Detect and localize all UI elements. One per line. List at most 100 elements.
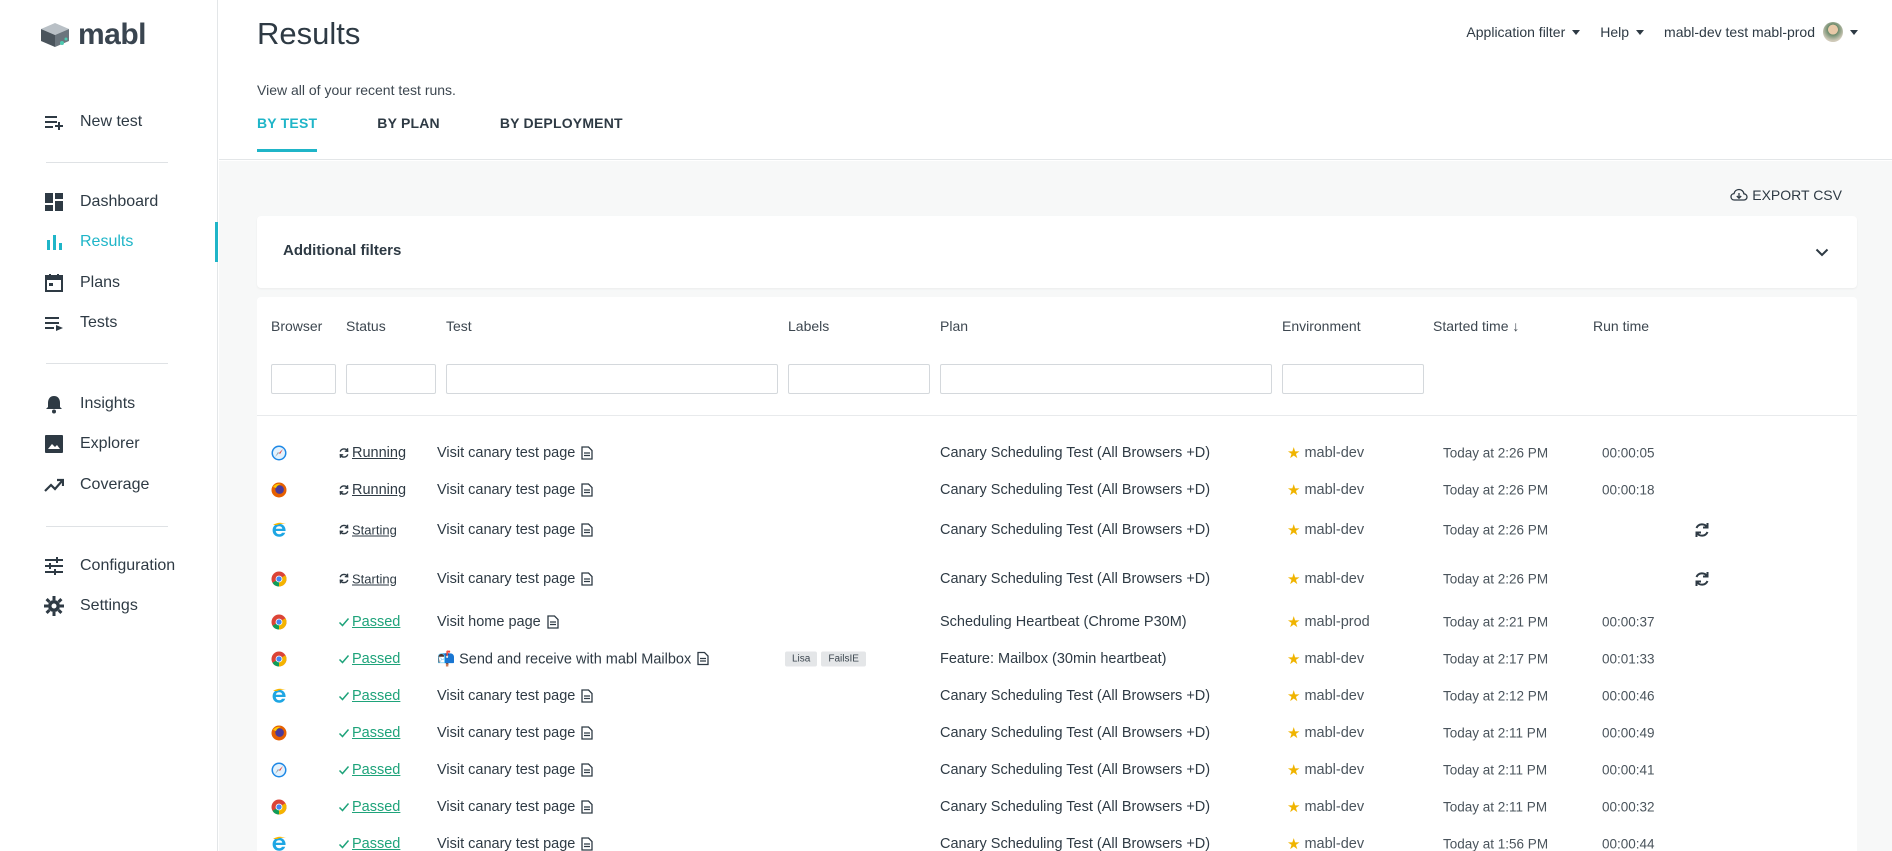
sidebar-item-coverage[interactable]: Coverage: [0, 465, 218, 505]
column-header-status[interactable]: Status: [346, 318, 386, 334]
plan-filter-input[interactable]: [940, 364, 1272, 394]
status-link[interactable]: Starting: [352, 522, 397, 537]
table-row[interactable]: Passed 📬 Send and receive with mabl Mailb…: [257, 640, 1857, 677]
status-link[interactable]: Passed: [352, 836, 400, 851]
export-csv-button[interactable]: EXPORT CSV: [1730, 187, 1842, 203]
sidebar-item-tests[interactable]: Tests: [0, 303, 218, 343]
column-header-run-time[interactable]: Run time: [1593, 318, 1649, 334]
dashboard-icon: [44, 192, 64, 212]
table-row[interactable]: Passed Visit home page Scheduling Heartbea…: [257, 603, 1857, 640]
refresh-icon[interactable]: [1693, 521, 1711, 539]
sidebar-item-plans[interactable]: Plans: [0, 263, 218, 303]
test-name[interactable]: Visit canary test page: [437, 725, 575, 741]
additional-filters-panel[interactable]: Additional filters: [257, 216, 1857, 288]
sidebar-item-label: Tests: [80, 314, 118, 331]
status-link[interactable]: Passed: [352, 651, 400, 667]
test-name[interactable]: 📬 Send and receive with mabl Mailbox: [437, 650, 691, 667]
document-icon[interactable]: [581, 762, 594, 777]
status-link[interactable]: Passed: [352, 725, 400, 741]
plan-name[interactable]: Canary Scheduling Test (All Browsers +D): [940, 762, 1210, 778]
document-icon[interactable]: [581, 688, 594, 703]
table-row[interactable]: Passed Visit canary test page Canary Sched…: [257, 714, 1857, 751]
environment-filter-input[interactable]: [1282, 364, 1424, 394]
label-badge[interactable]: FailsIE: [821, 651, 866, 666]
column-header-browser[interactable]: Browser: [271, 318, 322, 334]
table-row[interactable]: Starting Visit canary test page Canary Sch…: [257, 560, 1857, 597]
status-link[interactable]: Starting: [352, 571, 397, 586]
sidebar-item-new-test[interactable]: New test: [0, 102, 218, 142]
test-name[interactable]: Visit home page: [437, 614, 541, 630]
column-header-test[interactable]: Test: [446, 318, 472, 334]
table-row[interactable]: Passed Visit canary test page Canary Sched…: [257, 788, 1857, 825]
column-header-environment[interactable]: Environment: [1282, 318, 1361, 334]
document-icon[interactable]: [581, 571, 594, 586]
help-dropdown[interactable]: Help: [1600, 24, 1645, 40]
refresh-icon[interactable]: [1693, 570, 1711, 588]
plan-name[interactable]: Canary Scheduling Test (All Browsers +D): [940, 482, 1210, 498]
sidebar-item-results[interactable]: Results: [0, 222, 218, 262]
plan-name[interactable]: Canary Scheduling Test (All Browsers +D): [940, 445, 1210, 461]
ie-icon: [271, 836, 287, 851]
column-header-plan[interactable]: Plan: [940, 318, 968, 334]
status-link[interactable]: Passed: [352, 799, 400, 815]
table-row[interactable]: Running Visit canary test page Canary Sche…: [257, 471, 1857, 508]
document-icon[interactable]: [697, 651, 709, 666]
column-header-labels[interactable]: Labels: [788, 318, 829, 334]
environment-name: mabl-dev: [1304, 798, 1365, 815]
workspace-dropdown[interactable]: mabl-dev test mabl-prod: [1664, 22, 1858, 42]
labels-filter-input[interactable]: [788, 364, 930, 394]
test-name[interactable]: Visit canary test page: [437, 799, 575, 815]
document-icon[interactable]: [581, 482, 594, 497]
tab-by-deployment[interactable]: BY DEPLOYMENT: [500, 115, 623, 152]
firefox-icon: [271, 725, 287, 741]
status-filter-input[interactable]: [346, 364, 436, 394]
document-icon[interactable]: [581, 799, 594, 814]
status-link[interactable]: Running: [352, 482, 406, 498]
test-name[interactable]: Visit canary test page: [437, 482, 575, 498]
document-icon[interactable]: [581, 836, 594, 851]
test-name[interactable]: Visit canary test page: [437, 762, 575, 778]
test-name[interactable]: Visit canary test page: [437, 571, 575, 587]
plan-name[interactable]: Canary Scheduling Test (All Browsers +D): [940, 836, 1210, 851]
document-icon[interactable]: [581, 522, 594, 537]
plan-name[interactable]: Canary Scheduling Test (All Browsers +D): [940, 688, 1210, 704]
table-row[interactable]: Passed Visit canary test page Canary Sched…: [257, 677, 1857, 714]
chrome-icon: [271, 614, 287, 630]
document-icon[interactable]: [547, 614, 559, 629]
document-icon[interactable]: [581, 445, 594, 460]
plan-name[interactable]: Canary Scheduling Test (All Browsers +D): [940, 571, 1210, 587]
plan-name[interactable]: Scheduling Heartbeat (Chrome P30M): [940, 614, 1187, 630]
plan-name[interactable]: Feature: Mailbox (30min heartbeat): [940, 651, 1166, 667]
plan-name[interactable]: Canary Scheduling Test (All Browsers +D): [940, 725, 1210, 741]
tab-by-test[interactable]: BY TEST: [257, 115, 318, 152]
document-icon[interactable]: [581, 725, 594, 740]
sidebar-item-settings[interactable]: Settings: [0, 586, 218, 626]
status-link[interactable]: Passed: [352, 688, 400, 704]
status-link[interactable]: Running: [352, 445, 406, 461]
column-header-started-time[interactable]: Started time ↓: [1433, 318, 1519, 334]
tab-by-plan[interactable]: BY PLAN: [377, 115, 440, 152]
application-filter-dropdown[interactable]: Application filter: [1466, 24, 1581, 40]
browser-filter-input[interactable]: [271, 364, 336, 394]
plan-name[interactable]: Canary Scheduling Test (All Browsers +D): [940, 799, 1210, 815]
test-name[interactable]: Visit canary test page: [437, 522, 575, 538]
sidebar-item-configuration[interactable]: Configuration: [0, 546, 218, 586]
plan-name[interactable]: Canary Scheduling Test (All Browsers +D): [940, 522, 1210, 538]
sidebar-item-explorer[interactable]: Explorer: [0, 424, 218, 464]
status-link[interactable]: Passed: [352, 614, 400, 630]
table-row[interactable]: Passed Visit canary test page Canary Sched…: [257, 825, 1857, 851]
label-badge[interactable]: Lisa: [785, 651, 818, 666]
table-row[interactable]: Running Visit canary test page Canary Sche…: [257, 434, 1857, 471]
test-filter-input[interactable]: [446, 364, 778, 394]
table-row[interactable]: Passed Visit canary test page Canary Sched…: [257, 751, 1857, 788]
status-link[interactable]: Passed: [352, 762, 400, 778]
sidebar-item-dashboard[interactable]: Dashboard: [0, 182, 218, 222]
additional-filters-label: Additional filters: [283, 242, 402, 259]
table-row[interactable]: Starting Visit canary test page Canary Sch…: [257, 511, 1857, 548]
sidebar-item-insights[interactable]: Insights: [0, 384, 218, 424]
test-name[interactable]: Visit canary test page: [437, 445, 575, 461]
test-name[interactable]: Visit canary test page: [437, 688, 575, 704]
mabl-logo[interactable]: mabl: [38, 18, 147, 52]
test-name[interactable]: Visit canary test page: [437, 836, 575, 851]
started-time: Today at 1:56 PM: [1443, 836, 1549, 851]
